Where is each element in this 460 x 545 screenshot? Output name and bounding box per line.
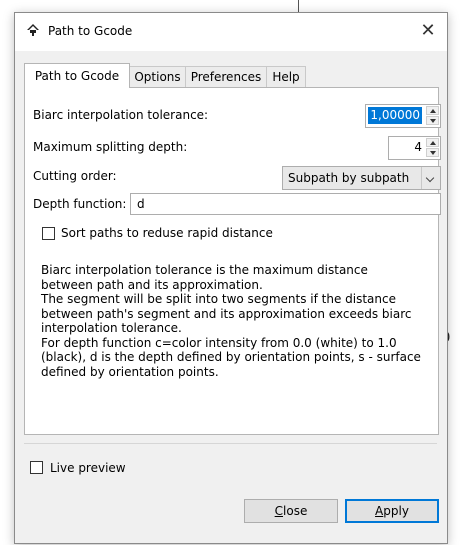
background-line bbox=[298, 0, 299, 12]
sort-paths-label[interactable]: Sort paths to reduse rapid distance bbox=[61, 226, 273, 240]
depth-function-input[interactable]: d bbox=[130, 193, 441, 215]
tab-preferences[interactable]: Preferences bbox=[185, 66, 267, 87]
decrement-icon[interactable] bbox=[426, 116, 439, 125]
apply-label: pply bbox=[383, 504, 409, 518]
splitting-depth-value: 4 bbox=[414, 140, 422, 154]
chevron-down-icon bbox=[421, 167, 440, 189]
close-mnemonic: C bbox=[274, 504, 284, 518]
cutting-order-value: Subpath by subpath bbox=[288, 171, 410, 185]
live-preview-checkbox[interactable] bbox=[30, 461, 43, 474]
window-title: Path to Gcode bbox=[48, 24, 133, 38]
sort-paths-checkbox[interactable] bbox=[42, 227, 55, 240]
close-window-icon[interactable]: ✕ bbox=[416, 19, 440, 43]
biarc-tolerance-value: 1,00000 bbox=[368, 107, 422, 124]
tab-path-to-gcode[interactable]: Path to Gcode bbox=[24, 63, 130, 88]
depth-function-value: d bbox=[137, 197, 145, 211]
increment-icon[interactable] bbox=[426, 138, 439, 147]
close-button[interactable]: Close bbox=[244, 499, 338, 523]
splitting-depth-label: Maximum splitting depth: bbox=[33, 140, 188, 154]
cutting-order-label: Cutting order: bbox=[33, 169, 117, 183]
title-bar[interactable]: Path to Gcode ✕ bbox=[15, 13, 447, 51]
tab-panel: Biarc interpolation tolerance: 1,00000 M… bbox=[24, 87, 441, 435]
depth-function-label: Depth function: bbox=[33, 197, 127, 211]
description-paragraph: The segment will be split into two segme… bbox=[41, 292, 412, 335]
apply-button[interactable]: Apply bbox=[345, 499, 439, 523]
biarc-tolerance-label: Biarc interpolation tolerance: bbox=[33, 108, 209, 122]
tab-help[interactable]: Help bbox=[266, 66, 306, 87]
splitting-depth-spinbox[interactable]: 4 bbox=[388, 136, 441, 160]
description-paragraph: For depth function c=color intensity fro… bbox=[41, 335, 421, 379]
live-preview-label[interactable]: Live preview bbox=[50, 461, 126, 475]
help-description: Biarc interpolation tolerance is the max… bbox=[41, 263, 421, 379]
description-paragraph: Biarc interpolation tolerance is the max… bbox=[41, 263, 368, 292]
cutting-order-select[interactable]: Subpath by subpath bbox=[282, 166, 441, 190]
biarc-tolerance-spinbox[interactable]: 1,00000 bbox=[365, 104, 441, 128]
divider bbox=[24, 443, 437, 444]
increment-icon[interactable] bbox=[426, 106, 439, 115]
inkscape-icon bbox=[27, 24, 39, 36]
tab-options[interactable]: Options bbox=[129, 66, 186, 87]
dialog-window: Path to Gcode ✕ Path to Gcode Options Pr… bbox=[14, 12, 448, 544]
close-label: lose bbox=[283, 504, 308, 518]
decrement-icon[interactable] bbox=[426, 148, 439, 157]
